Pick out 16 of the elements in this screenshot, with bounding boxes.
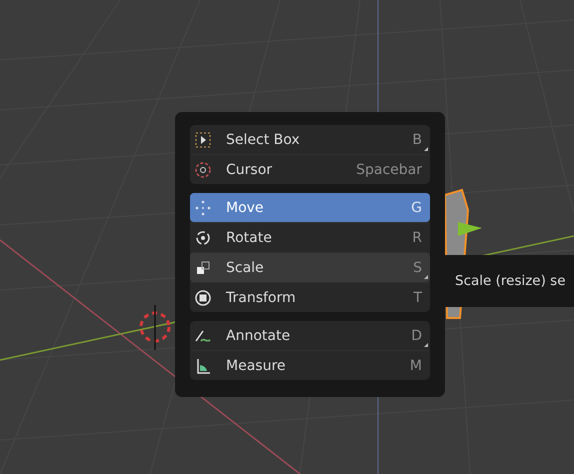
tooltip-text: Scale (resize) se (455, 273, 566, 289)
menu-item[interactable]: Move G (190, 193, 430, 222)
menu-item[interactable]: Select Box B (190, 125, 430, 154)
select-box-icon (194, 130, 212, 148)
gizmo-arrow-handle[interactable] (458, 222, 482, 236)
menu-item[interactable]: Annotate D (190, 321, 430, 350)
scale-icon (194, 258, 212, 276)
menu-item[interactable]: Measure M (190, 350, 430, 380)
transform-icon (194, 288, 212, 306)
3d-cursor-icon[interactable] (140, 305, 170, 350)
menu-item[interactable]: Scale S (190, 252, 430, 282)
move-icon (194, 198, 212, 216)
cursor-icon (194, 160, 212, 178)
menu-item[interactable]: Transform T (190, 282, 430, 312)
rotate-icon (194, 228, 212, 246)
menu-item[interactable]: Cursor Spacebar (190, 154, 430, 184)
